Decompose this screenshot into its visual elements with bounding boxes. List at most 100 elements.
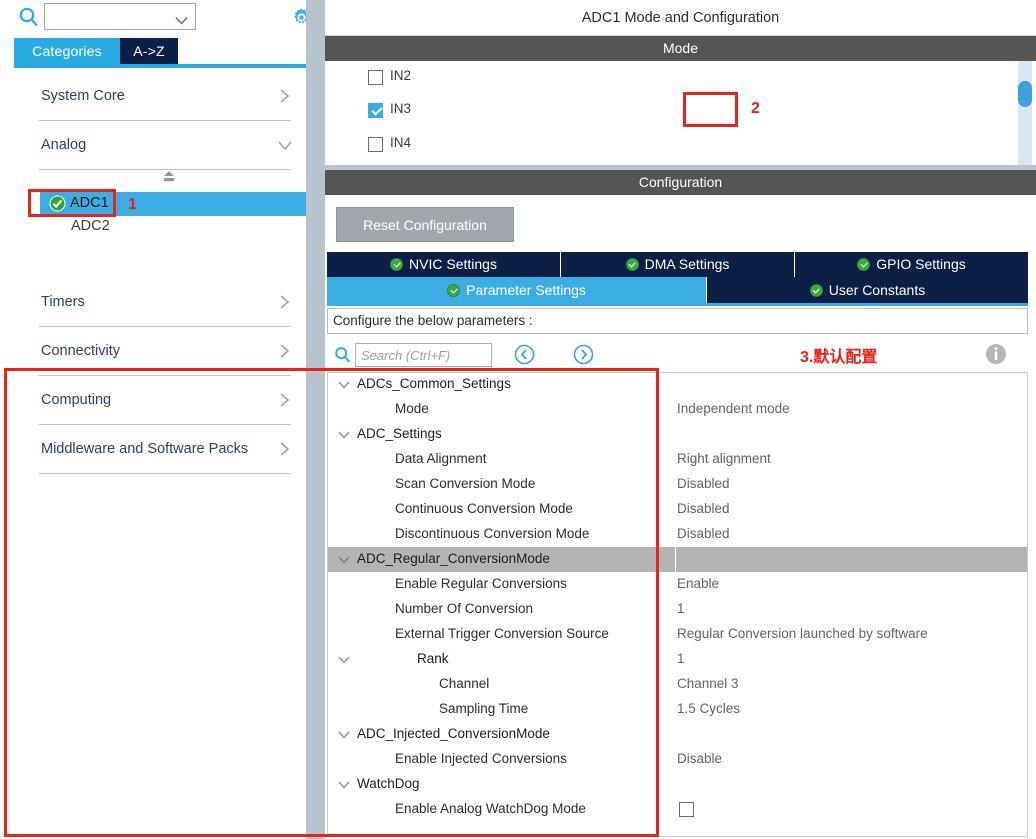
- tree-group-row[interactable]: ADCs_Common_Settings: [327, 372, 1028, 397]
- prev-search-result-icon[interactable]: [514, 344, 535, 365]
- tab-user-constants[interactable]: User Constants: [707, 277, 1028, 303]
- tab-parameter-settings[interactable]: Parameter Settings: [327, 277, 707, 303]
- mode-section-body: IN2 IN3 IN4: [325, 61, 1036, 165]
- sidebar-item-label: Connectivity: [41, 343, 120, 359]
- tree-row-label: Enable Analog WatchDog Mode: [395, 801, 586, 816]
- search-input-placeholder: Search (Ctrl+F): [361, 348, 451, 363]
- chevron-down-icon[interactable]: [337, 728, 351, 741]
- tree-leaf-row[interactable]: Enable Analog WatchDog Mode: [327, 797, 1028, 822]
- scrollbar-track[interactable]: [1018, 61, 1032, 165]
- mode-item-label: IN3: [390, 101, 412, 116]
- tree-leaf-row[interactable]: Enable Injected Conversions Disable: [327, 747, 1028, 772]
- check-circle-icon: [625, 258, 639, 271]
- tree-row-value: 1.5 Cycles: [677, 701, 741, 716]
- settings-tabs-row-2: Parameter Settings User Constants: [327, 277, 1028, 303]
- panel-splitter[interactable]: [306, 0, 325, 839]
- sidebar-item-label: Timers: [41, 294, 85, 310]
- tree-row-value: 1: [677, 651, 685, 666]
- tab-dma-settings[interactable]: DMA Settings: [561, 252, 795, 277]
- tree-leaf-row[interactable]: External Trigger Conversion Source Regul…: [327, 622, 1028, 647]
- search-icon: [334, 346, 352, 364]
- chevron-right-icon[interactable]: [278, 294, 292, 310]
- tree-leaf-row[interactable]: Discontinuous Conversion Mode Disabled: [327, 522, 1028, 547]
- tree-row-value: Disable: [677, 751, 723, 766]
- sidebar-item-connectivity[interactable]: Connectivity: [25, 327, 306, 376]
- chevron-down-icon[interactable]: [337, 778, 351, 791]
- configuration-panel: ADC1 Mode and Configuration Mode IN2 IN3…: [325, 0, 1036, 839]
- tree-group-row-selected[interactable]: ADC_Regular_ConversionMode: [327, 547, 1028, 572]
- chevron-right-icon[interactable]: [278, 441, 292, 457]
- tree-group-row[interactable]: Rank 1: [327, 647, 1028, 672]
- chevron-down-icon[interactable]: [337, 378, 351, 391]
- annotation-number-2: 2: [751, 100, 760, 117]
- check-circle-icon: [390, 258, 404, 271]
- checkbox-in2[interactable]: [368, 70, 383, 85]
- tree-leaf-row[interactable]: Continuous Conversion Mode Disabled: [327, 497, 1028, 522]
- component-selector-panel: Categories A->Z System Core Analog Timer: [0, 0, 309, 839]
- sidebar-item-system-core[interactable]: System Core: [25, 72, 306, 121]
- chevron-down-icon[interactable]: [337, 428, 351, 441]
- panel-splitter-handle[interactable]: [310, 0, 321, 839]
- tree-group-row[interactable]: ADC_Settings: [327, 422, 1028, 447]
- next-search-result-icon[interactable]: [573, 344, 594, 365]
- tab-label: DMA Settings: [644, 256, 730, 272]
- tree-group-row[interactable]: ADC_Injected_ConversionMode: [327, 722, 1028, 747]
- annotation-text-default-config: 3.默认配置: [800, 349, 878, 366]
- sidebar-item-middleware[interactable]: Middleware and Software Packs: [25, 425, 306, 474]
- tree-row-label: ADC_Settings: [357, 426, 442, 441]
- checkbox-in3[interactable]: [368, 103, 383, 118]
- chevron-down-icon[interactable]: [278, 137, 292, 153]
- sidebar-item-adc1[interactable]: ADC1: [40, 192, 306, 216]
- component-search-combobox[interactable]: [44, 3, 196, 30]
- chevron-down-icon[interactable]: [175, 12, 188, 25]
- tree-row-label: ADC_Regular_ConversionMode: [357, 551, 550, 566]
- scroll-up-icon[interactable]: [161, 170, 177, 184]
- tree-row-label: External Trigger Conversion Source: [395, 626, 609, 641]
- check-circle-icon: [857, 258, 871, 271]
- tree-row-label: Enable Regular Conversions: [395, 576, 567, 591]
- tab-categories[interactable]: Categories: [14, 38, 120, 64]
- info-icon[interactable]: [985, 343, 1007, 365]
- analog-peripheral-list: ADC1 ADC2: [25, 170, 306, 246]
- chevron-right-icon[interactable]: [278, 343, 292, 359]
- tree-row-value: 1: [677, 601, 685, 616]
- tree-leaf-row[interactable]: Enable Regular Conversions Enable: [327, 572, 1028, 597]
- sidebar-item-computing[interactable]: Computing: [25, 376, 306, 425]
- reset-configuration-button[interactable]: Reset Configuration: [336, 207, 514, 242]
- tree-row-label: Enable Injected Conversions: [395, 751, 567, 766]
- sidebar-item-timers[interactable]: Timers: [25, 278, 306, 327]
- tab-gpio-settings[interactable]: GPIO Settings: [795, 252, 1028, 277]
- tree-row-value: Disabled: [677, 526, 730, 541]
- checkbox-in4[interactable]: [368, 137, 383, 152]
- search-icon: [18, 6, 40, 28]
- selector-tabs: Categories A->Z: [14, 38, 306, 64]
- sidebar-item-analog[interactable]: Analog: [25, 121, 306, 170]
- scrollbar-thumb[interactable]: [1018, 81, 1032, 107]
- tree-leaf-row[interactable]: Data Alignment Right alignment: [327, 447, 1028, 472]
- sidebar-item-adc2[interactable]: ADC2: [71, 218, 110, 234]
- checkbox-analog-watchdog[interactable]: [679, 802, 694, 817]
- tree-row-label: WatchDog: [357, 776, 420, 791]
- tree-row-label: ADC_Injected_ConversionMode: [357, 726, 550, 741]
- parameter-tree[interactable]: ADCs_Common_Settings Mode Independent mo…: [327, 372, 1028, 837]
- tree-leaf-row[interactable]: Mode Independent mode: [327, 397, 1028, 422]
- tree-row-value: Enable: [677, 576, 720, 591]
- configure-hint-label: Configure the below parameters :: [333, 313, 533, 328]
- tree-group-row[interactable]: WatchDog: [327, 772, 1028, 797]
- tab-a-to-z[interactable]: A->Z: [120, 38, 178, 64]
- mode-scrollbar[interactable]: [1013, 61, 1036, 165]
- chevron-right-icon[interactable]: [278, 392, 292, 408]
- tab-label: Parameter Settings: [466, 282, 586, 298]
- search-input[interactable]: Search (Ctrl+F): [355, 343, 492, 367]
- chevron-right-icon[interactable]: [278, 88, 292, 104]
- tree-leaf-row[interactable]: Channel Channel 3: [327, 672, 1028, 697]
- check-circle-icon: [447, 284, 461, 297]
- sidebar-item-label: Middleware and Software Packs: [41, 441, 249, 457]
- configuration-section-header: Configuration: [325, 170, 1036, 195]
- tree-leaf-row[interactable]: Sampling Time 1.5 Cycles: [327, 697, 1028, 722]
- tree-leaf-row[interactable]: Scan Conversion Mode Disabled: [327, 472, 1028, 497]
- tab-nvic-settings[interactable]: NVIC Settings: [327, 252, 561, 277]
- chevron-down-icon[interactable]: [337, 553, 351, 566]
- chevron-down-icon[interactable]: [337, 653, 351, 666]
- tree-leaf-row[interactable]: Number Of Conversion 1: [327, 597, 1028, 622]
